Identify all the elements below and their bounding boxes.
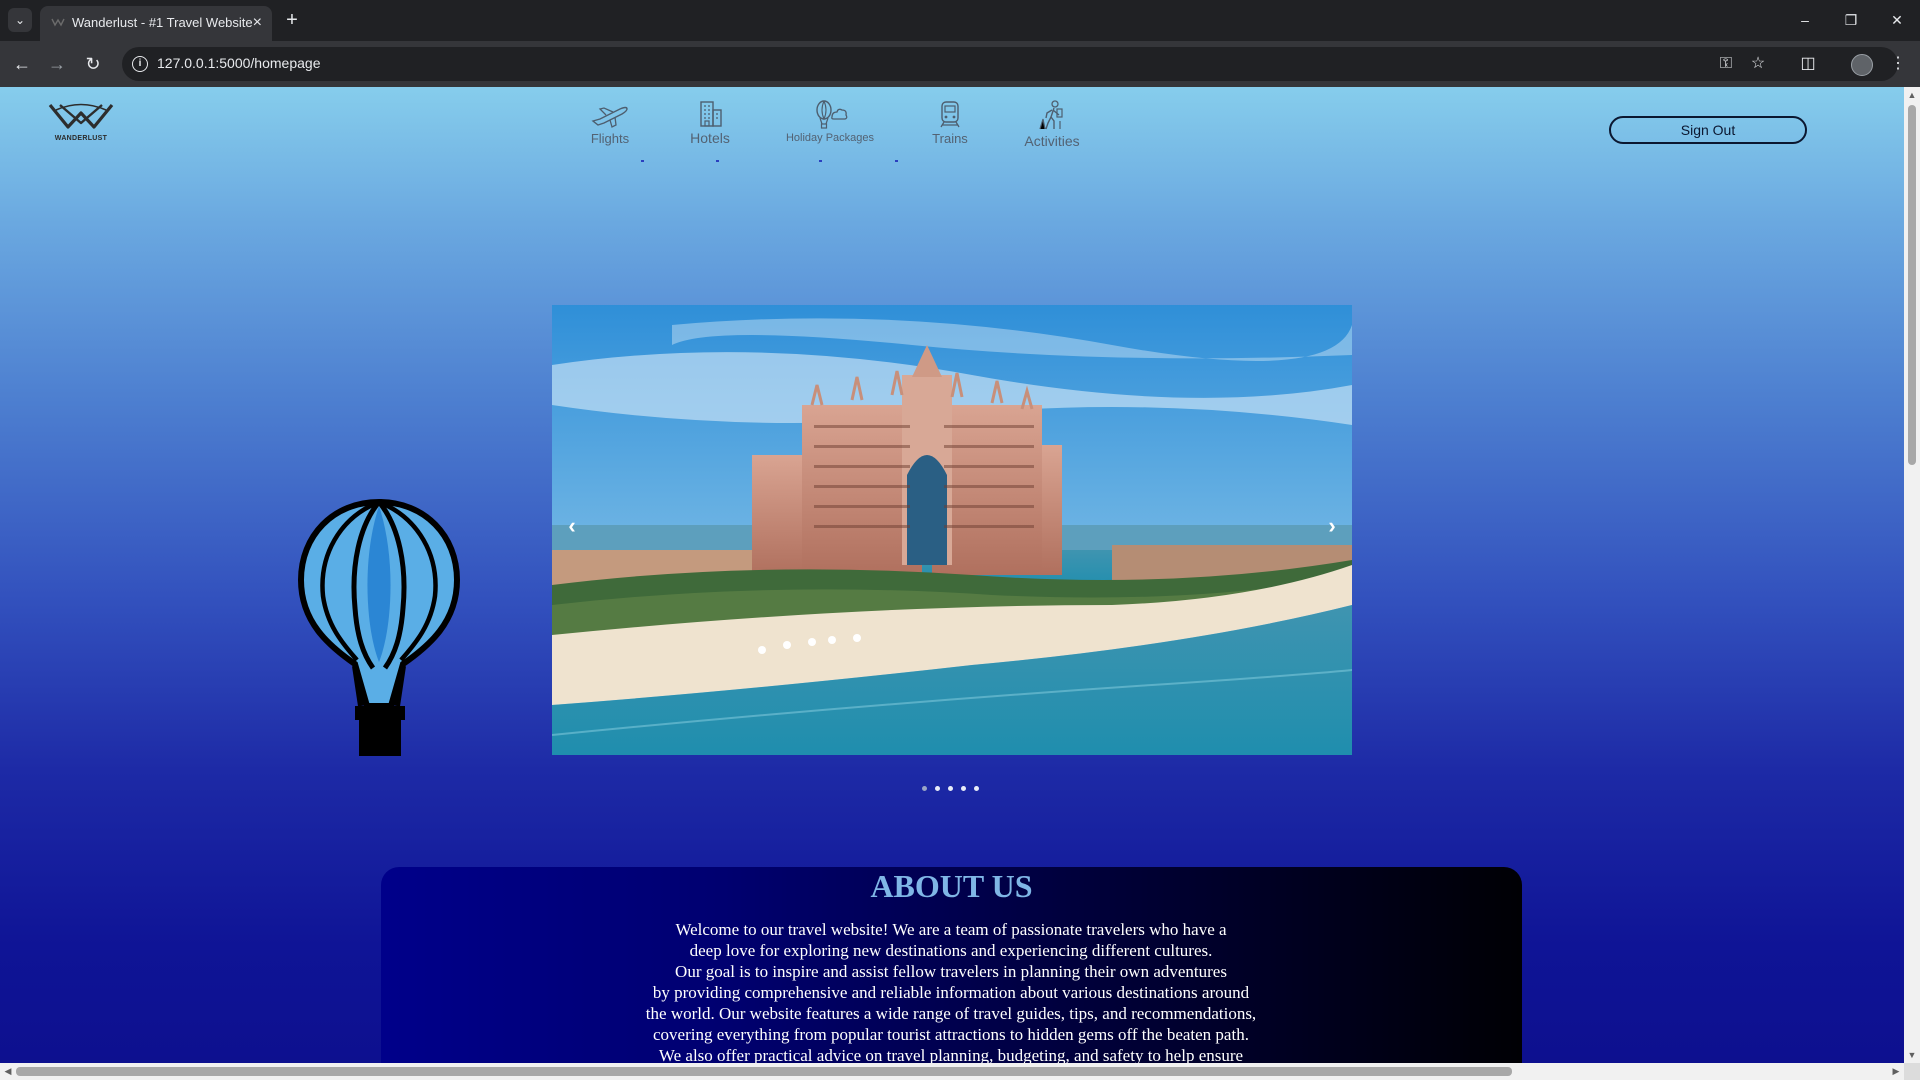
about-text-line: We also offer practical advice on travel… <box>658 1046 1244 1063</box>
nav-link-underline <box>819 160 822 162</box>
scroll-up-icon[interactable]: ▲ <box>1904 87 1920 103</box>
carousel-prev-button[interactable]: ‹ <box>560 511 584 541</box>
carousel-next-button[interactable]: › <box>1320 511 1344 541</box>
about-title: ABOUT US <box>870 868 1033 904</box>
browser-tab-bar: ⌄ Wanderlust - #1 Travel Website × + – ❐… <box>0 0 1920 41</box>
train-icon <box>940 101 960 128</box>
carousel-dot[interactable] <box>961 786 966 791</box>
scroll-right-icon[interactable]: ▶ <box>1888 1063 1904 1079</box>
about-text-line: Our goal is to inspire and assist fellow… <box>675 962 1227 981</box>
hotel-icon <box>700 101 722 127</box>
carousel-dot[interactable] <box>948 786 953 791</box>
reload-icon: ↻ <box>85 54 101 74</box>
close-window-icon: ✕ <box>1891 12 1903 28</box>
hiker-icon <box>1039 100 1063 130</box>
chevron-down-icon: ⌄ <box>14 13 26 27</box>
arrow-right-icon: → <box>48 54 66 74</box>
close-icon[interactable]: × <box>253 13 262 33</box>
menu-dots-icon[interactable]: ⋮ <box>1887 53 1909 75</box>
arrow-left-icon: ← <box>13 54 31 74</box>
nav-label-trains: Trains <box>932 131 968 146</box>
about-text-line: by providing comprehensive and reliable … <box>652 983 1250 1002</box>
vertical-scrollbar[interactable]: ▲ ▼ <box>1904 87 1920 1063</box>
restore-icon: ❐ <box>1844 12 1858 28</box>
reload-button[interactable]: ↻ <box>81 52 105 76</box>
tab-list-button[interactable]: ⌄ <box>8 8 32 32</box>
wanderlust-logo-icon <box>48 103 114 129</box>
carousel-slide-image <box>552 305 1352 755</box>
about-text-line: covering everything from popular tourist… <box>653 1025 1249 1044</box>
url-text[interactable]: 127.0.0.1:5000/homepage <box>157 55 320 71</box>
nav-label-holiday-packages: Holiday Packages <box>785 132 875 144</box>
hero-carousel: ‹ › <box>552 305 1352 755</box>
nav-link-underline <box>716 160 719 162</box>
vertical-scroll-thumb[interactable] <box>1908 105 1916 465</box>
browser-tab[interactable]: Wanderlust - #1 Travel Website × <box>40 6 272 41</box>
about-text-line: Welcome to our travel website! We are a … <box>675 920 1227 939</box>
about-text: Welcome to our travel website! We are a … <box>551 919 1351 1063</box>
nav-link-underline <box>895 160 898 162</box>
sign-out-button[interactable]: Sign Out <box>1609 116 1807 144</box>
plus-icon: + <box>286 9 298 31</box>
bookmark-star-icon[interactable]: ☆ <box>1747 53 1769 75</box>
restore-button[interactable]: ❐ <box>1837 8 1865 32</box>
site-info-icon[interactable]: i <box>132 56 148 72</box>
close-window-button[interactable]: ✕ <box>1883 8 1911 32</box>
carousel-dot[interactable] <box>935 786 940 791</box>
site-logo[interactable]: WANDERLUST <box>46 101 116 145</box>
page-viewport: WANDERLUST Flights Hotels Holiday Packag… <box>0 87 1904 1063</box>
nav-item-hotels[interactable]: Hotels <box>688 98 732 146</box>
minimize-icon: – <box>1801 12 1809 28</box>
nav-item-flights[interactable]: Flights <box>586 101 634 146</box>
horizontal-scroll-thumb[interactable] <box>16 1067 1512 1076</box>
about-text-line: the world. Our website features a wide r… <box>645 1004 1257 1023</box>
nav-label-activities: Activities <box>1024 133 1080 149</box>
hot-air-balloon-illustration <box>297 498 461 756</box>
new-tab-button[interactable]: + <box>280 8 304 32</box>
nav-label-hotels: Hotels <box>690 130 730 146</box>
address-bar[interactable]: i 127.0.0.1:5000/homepage <box>122 47 1898 81</box>
minimize-button[interactable]: – <box>1791 8 1819 32</box>
about-text-line: deep love for exploring new destinations… <box>689 941 1213 960</box>
about-us-section: ABOUT US Welcome to our travel website! … <box>381 867 1522 1063</box>
carousel-dot[interactable] <box>974 786 979 791</box>
scroll-left-icon[interactable]: ◀ <box>0 1063 16 1079</box>
horizontal-scrollbar[interactable]: ◀ ▶ <box>0 1063 1904 1080</box>
scroll-down-icon[interactable]: ▼ <box>1904 1047 1920 1063</box>
nav-item-trains[interactable]: Trains <box>928 99 972 146</box>
logo-text: WANDERLUST <box>54 135 108 142</box>
scrollbar-corner <box>1904 1063 1920 1080</box>
nav-label-flights: Flights <box>590 131 630 146</box>
carousel-indicators <box>922 786 987 792</box>
carousel-dot[interactable] <box>922 786 927 791</box>
back-button[interactable]: ← <box>10 52 34 76</box>
wanderlust-favicon-icon <box>51 18 65 27</box>
tab-title: Wanderlust - #1 Travel Website <box>72 15 253 30</box>
browser-toolbar: ← → ↻ i 127.0.0.1:5000/homepage ⚿ ☆ ◫ ⋮ <box>0 41 1920 87</box>
nav-link-underline <box>641 160 644 162</box>
password-key-icon[interactable]: ⚿ <box>1715 53 1737 75</box>
balloon-icon <box>816 100 848 129</box>
profile-avatar[interactable] <box>1851 54 1873 76</box>
nav-item-activities[interactable]: Activities <box>1024 99 1080 149</box>
forward-button[interactable]: → <box>45 52 69 76</box>
plane-icon <box>591 106 628 128</box>
extensions-icon[interactable]: ◫ <box>1797 53 1819 75</box>
nav-item-holiday-packages[interactable]: Holiday Packages <box>784 98 876 144</box>
